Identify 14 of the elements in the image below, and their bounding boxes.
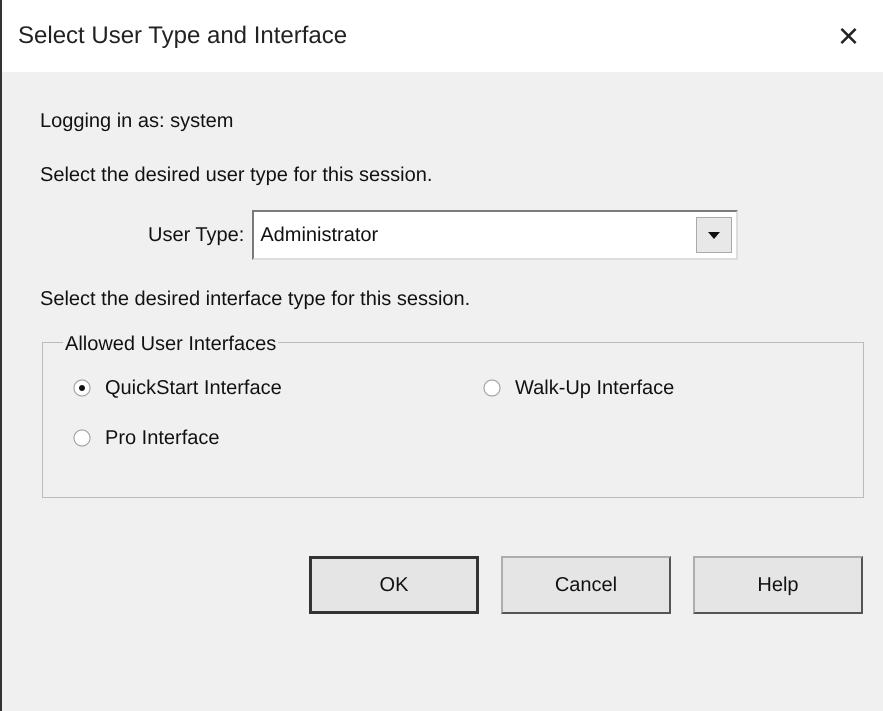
dialog-button[interactable]: Cancel bbox=[501, 556, 671, 614]
radio-option[interactable]: Walk-Up Interface bbox=[483, 373, 783, 403]
dialog-button[interactable]: Help bbox=[693, 556, 863, 614]
interface-prompt: Select the desired interface type for this session. bbox=[40, 287, 472, 312]
user-type-label: User Type: bbox=[148, 223, 244, 248]
dialog-button[interactable]: OK bbox=[309, 556, 479, 614]
login-text: Logging in as: system bbox=[40, 109, 234, 134]
radio-option[interactable]: QuickStart Interface bbox=[73, 373, 483, 403]
user-type-prompt: Select the desired user type for this session. bbox=[40, 163, 434, 188]
close-button[interactable]: × bbox=[834, 18, 863, 54]
dropdown-arrow-icon bbox=[708, 232, 720, 238]
radio-option[interactable]: Pro Interface bbox=[73, 423, 483, 453]
window-title: Select User Type and Interface bbox=[18, 21, 348, 51]
user-type-dropdown[interactable]: Administrator bbox=[252, 210, 738, 260]
